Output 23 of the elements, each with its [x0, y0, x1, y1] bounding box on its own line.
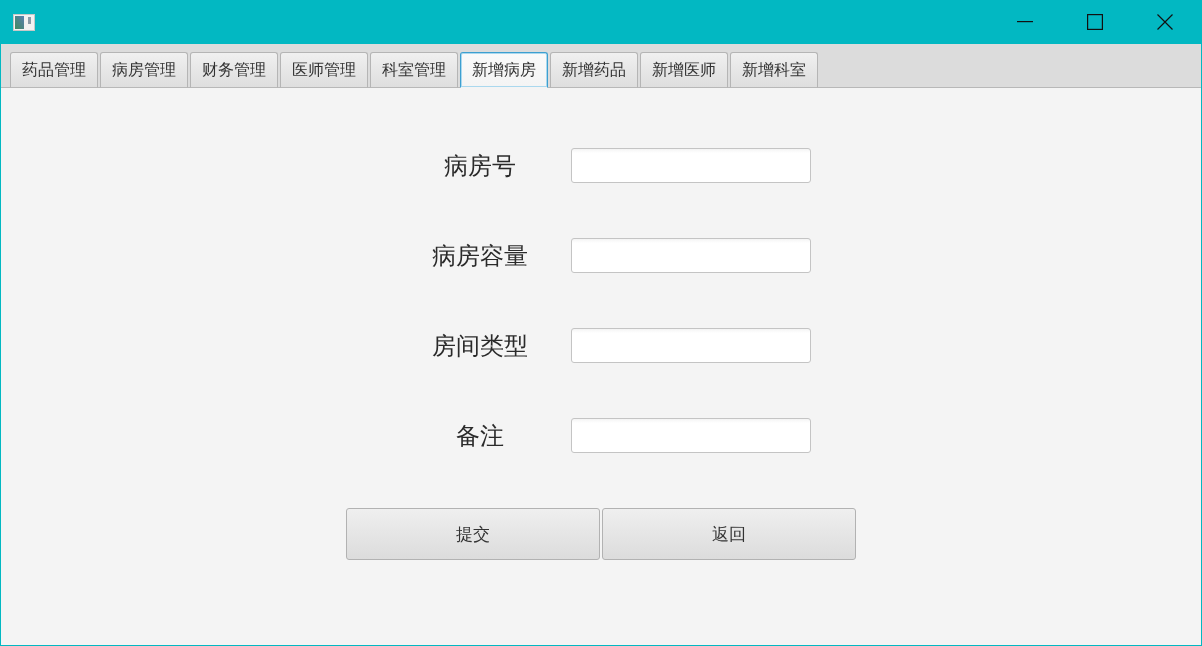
input-field[interactable]	[571, 328, 811, 363]
input-field[interactable]	[571, 238, 811, 273]
tab[interactable]: 新增科室	[730, 52, 818, 88]
field-label: 病房容量	[431, 240, 529, 272]
input-field[interactable]	[571, 148, 811, 183]
app-icon	[13, 13, 35, 31]
tab[interactable]: 新增药品	[550, 52, 638, 88]
tab[interactable]: 财务管理	[190, 52, 278, 88]
maximize-icon	[1087, 14, 1103, 30]
field-label: 备注	[455, 420, 505, 452]
back-button[interactable]: 返回	[602, 508, 856, 560]
tab[interactable]: 药品管理	[10, 52, 98, 88]
close-icon	[1157, 14, 1173, 30]
tab[interactable]: 医师管理	[280, 52, 368, 88]
tab[interactable]: 病房管理	[100, 52, 188, 88]
input-field[interactable]	[571, 418, 811, 453]
submit-button[interactable]: 提交	[346, 508, 600, 560]
field-label: 病房号	[443, 150, 517, 182]
tab[interactable]: 科室管理	[370, 52, 458, 88]
tab[interactable]: 新增医师	[640, 52, 728, 88]
tab[interactable]: 新增病房	[460, 52, 548, 88]
field-label: 房间类型	[431, 330, 529, 362]
minimize-icon	[1017, 21, 1033, 23]
